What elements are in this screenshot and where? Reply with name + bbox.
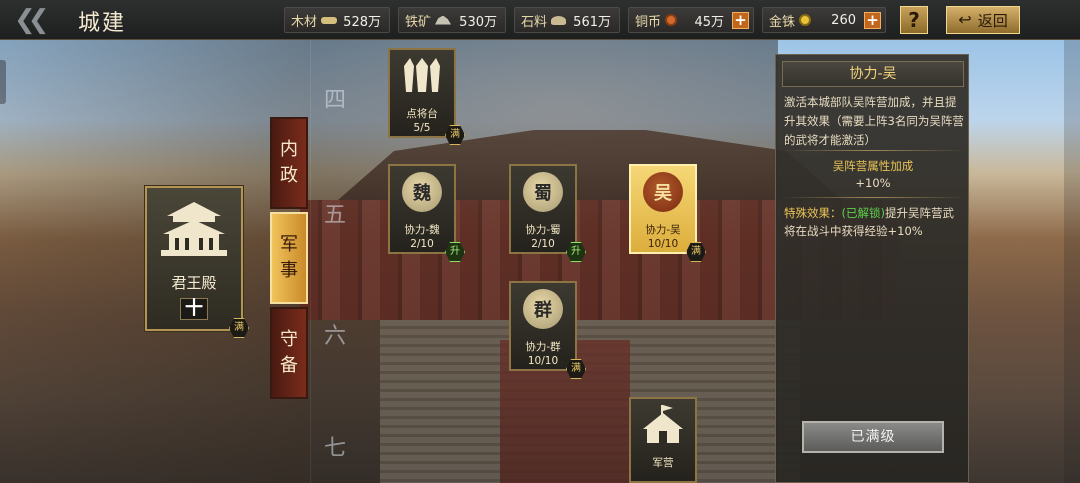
resource-value: 561万 — [573, 14, 611, 30]
wei-emblem-icon: 魏 — [402, 172, 442, 212]
bonus-title: 吴阵营属性加成 — [832, 159, 914, 173]
max-level-button[interactable]: 已满级 — [802, 421, 944, 453]
page-title: 城建 — [78, 11, 127, 36]
tab-military[interactable]: 军 事 — [270, 212, 308, 304]
tech-tree-panel — [310, 40, 778, 483]
return-button[interactable]: ↩ 返回 — [946, 6, 1020, 34]
divider — [782, 150, 964, 151]
tab-label: 内 — [280, 139, 298, 160]
right-edge — [1064, 40, 1080, 483]
node-name: 协力-蜀 — [525, 224, 561, 236]
tech-node-barracks[interactable]: 军营 — [629, 397, 699, 483]
add-copper-button[interactable]: + — [732, 11, 749, 29]
tab-label: 备 — [280, 355, 298, 376]
tab-defense[interactable]: 守 备 — [270, 307, 308, 399]
detail-title: 协力-吴 — [782, 61, 964, 87]
tab-label: 守 — [280, 329, 298, 350]
help-button[interactable]: ? — [900, 6, 928, 34]
tent-icon — [643, 405, 683, 443]
tier-label: 五 — [323, 203, 346, 228]
top-bar: ❮❮ 城建 木材 528万 铁矿 530万 石料 561万 铜币 45万 + 金… — [0, 0, 1080, 40]
wu-emblem-icon: 吴 — [643, 172, 683, 212]
resource-value: 528万 — [343, 14, 381, 30]
resource-label: 木材 — [291, 14, 318, 30]
tier-label: 七 — [323, 436, 346, 461]
node-name: 点将台 — [406, 108, 438, 120]
add-gold-button[interactable]: + — [864, 11, 881, 29]
tech-node-shu[interactable]: 蜀 协力-蜀 2/10 — [509, 164, 579, 256]
copper-coin-icon — [665, 14, 678, 26]
tier-label: 四 — [323, 88, 346, 113]
stone-icon — [551, 15, 567, 25]
resource-iron: 铁矿 530万 — [398, 7, 506, 33]
node-progress: 10/10 — [647, 238, 679, 250]
node-progress: 2/10 — [410, 238, 434, 250]
iron-ore-icon — [435, 15, 452, 25]
generals-icon — [404, 58, 440, 92]
resource-wood: 木材 528万 — [284, 7, 390, 33]
tech-node-generals-stage[interactable]: 点将台 5/5 — [388, 48, 458, 140]
special-effect: 特殊效果：(已解锁)提升吴阵营武将在战斗中获得经验+10% — [784, 204, 964, 240]
building-level: 十 — [180, 298, 208, 320]
effect-label: 特殊效果： — [784, 206, 842, 220]
resource-value: 260 — [831, 12, 856, 28]
node-name: 协力-魏 — [404, 224, 440, 236]
tech-node-qun[interactable]: 群 协力-群 10/10 — [509, 281, 579, 373]
divider — [782, 197, 964, 198]
tech-node-wu[interactable]: 吴 协力-吴 10/10 — [629, 164, 699, 256]
palace-icon — [161, 202, 227, 256]
wood-icon — [321, 16, 338, 24]
shu-emblem-icon: 蜀 — [523, 172, 563, 212]
building-name: 君王殿 — [171, 274, 217, 292]
node-progress: 5/5 — [413, 122, 431, 134]
resource-label: 铜币 — [635, 14, 662, 30]
detail-description: 激活本城部队吴阵营加成，并且提升其效果（需要上阵3名同为吴阵营的武将才能激活） — [784, 95, 964, 147]
resource-copper: 铜币 45万 + — [628, 7, 754, 33]
bonus-value: +10% — [855, 176, 891, 190]
resource-label: 金铢 — [769, 14, 796, 30]
tab-label: 政 — [280, 165, 298, 186]
node-name: 军营 — [652, 457, 674, 469]
node-name: 协力-吴 — [645, 224, 681, 236]
tab-label: 军 — [280, 234, 298, 255]
resource-value: 530万 — [459, 14, 497, 30]
building-card[interactable]: 君王殿 十 — [145, 186, 243, 331]
return-arrow-icon: ↩ — [958, 10, 972, 29]
resource-value: 45万 — [694, 14, 724, 30]
tab-label: 事 — [280, 260, 298, 281]
node-name: 协力-群 — [525, 341, 561, 353]
side-handle — [0, 60, 6, 104]
node-progress: 2/10 — [531, 238, 555, 250]
effect-status: (已解锁) — [841, 206, 885, 220]
gold-coin-icon — [799, 14, 812, 26]
tech-node-wei[interactable]: 魏 协力-魏 2/10 — [388, 164, 458, 256]
resource-gold: 金铢 260 + — [762, 7, 886, 33]
return-label: 返回 — [977, 11, 1008, 30]
node-progress: 10/10 — [527, 355, 559, 367]
resource-stone: 石料 561万 — [514, 7, 620, 33]
resource-label: 石料 — [521, 14, 548, 30]
resource-label: 铁矿 — [405, 14, 432, 30]
tab-domestic[interactable]: 内 政 — [270, 117, 308, 209]
qun-emblem-icon: 群 — [523, 289, 563, 329]
detail-panel: 协力-吴 激活本城部队吴阵营加成，并且提升其效果（需要上阵3名同为吴阵营的武将才… — [775, 54, 969, 483]
back-arrow-icon[interactable]: ❮❮ — [14, 4, 58, 36]
tier-label: 六 — [323, 324, 346, 349]
